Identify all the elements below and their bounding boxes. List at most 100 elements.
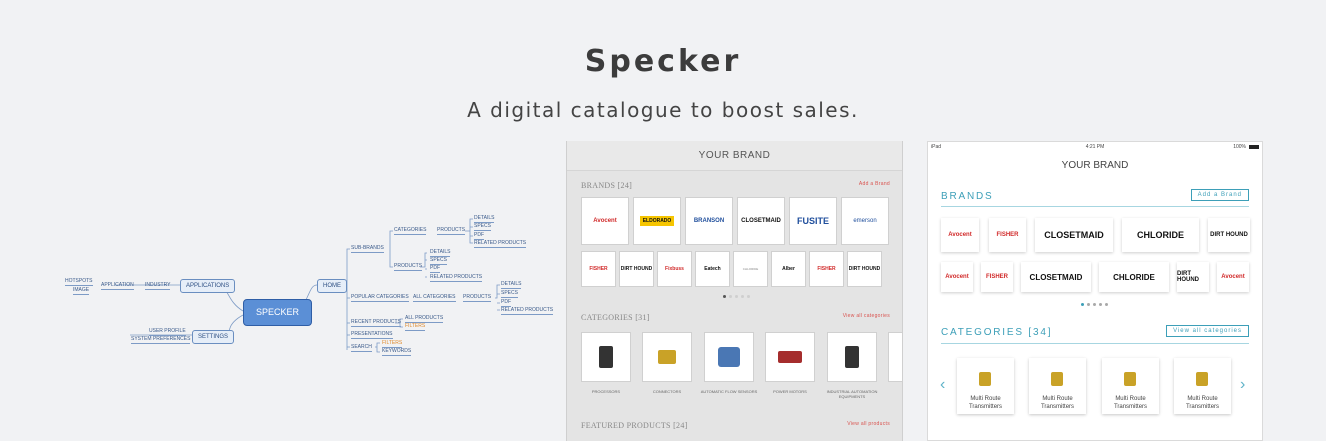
mm-all-products: ALL PRODUCTS (405, 315, 444, 323)
brand-logo[interactable]: FUSITE (789, 197, 837, 245)
connector-image (658, 350, 676, 364)
category-label: PROCESSORS (591, 389, 621, 394)
mm-image: IMAGE (73, 287, 90, 295)
brand-card[interactable]: Avocent (941, 262, 973, 292)
category-card-label: Multi Route Transmitters (968, 396, 1003, 410)
status-time: 4:21 PM (1085, 144, 1105, 150)
transmitter-image (1124, 372, 1136, 386)
mm-home: HOME (317, 279, 347, 293)
t2-add-brand-button[interactable]: Add a Brand (1190, 189, 1249, 201)
t2-brands-divider (941, 206, 1249, 207)
brand-logo[interactable]: CLOSETMAID (737, 197, 785, 245)
mm-related-1: RELATED PRODUCTS (474, 240, 527, 248)
mindmap-diagram: HOTSPOTS IMAGE APPLICATION INDUSTRY APPL… (55, 205, 565, 370)
brand-card[interactable]: Avocent (941, 218, 979, 252)
processor-image (599, 346, 613, 368)
t1-brands-section: BRANDS [24] Add a Brand (581, 181, 890, 190)
mm-system-preferences: SYSTEM PREFERENCES (131, 336, 191, 344)
brand-card[interactable]: CHLORIDE (1122, 218, 1199, 252)
hero-subtitle: A digital catalogue to boost sales. (467, 98, 859, 122)
mm-related-2: RELATED PRODUCTS (430, 274, 483, 282)
brand-logo[interactable]: DIRT HOUND (847, 251, 882, 287)
brand-logo[interactable]: CHLORIDE (733, 251, 768, 287)
mm-filters-2: FILTERS (382, 340, 403, 348)
mm-sub-brands: SUB-BRANDS (351, 245, 384, 253)
brand-card[interactable]: DIRT HOUND (1177, 262, 1209, 292)
chevron-left-icon[interactable]: ‹ (940, 376, 945, 394)
brand-card[interactable]: FISHER (981, 262, 1013, 292)
brand-card[interactable]: DIRT HOUND (1208, 218, 1250, 252)
chevron-right-icon[interactable]: › (1240, 376, 1245, 394)
status-battery: 100% (1233, 144, 1246, 150)
t1-brands-pagination[interactable] (723, 295, 750, 298)
mm-pdf-2: PDF (430, 265, 440, 273)
brand-logo[interactable]: Fixbuss (657, 251, 692, 287)
mm-details-3: DETAILS (501, 281, 522, 289)
category-tile[interactable] (765, 332, 815, 382)
t2-status-bar: iPad 4:21 PM 100% (928, 144, 1262, 152)
t2-categories-divider (941, 343, 1249, 344)
t2-categories-section: CATEGORIES [34] View all categories (941, 325, 1249, 338)
brand-card[interactable]: Avocent (1217, 262, 1249, 292)
brand-logo[interactable]: Avocent (581, 197, 629, 245)
mm-details-1: DETAILS (474, 215, 495, 223)
category-tile[interactable] (704, 332, 754, 382)
transmitter-image (979, 372, 991, 386)
category-card[interactable]: Multi Route Transmitters (1174, 358, 1231, 414)
t1-featured-label: FEATURED PRODUCTS [24] (581, 421, 688, 430)
category-card[interactable]: Multi Route Transmitters (957, 358, 1014, 414)
brand-card[interactable]: CLOSETMAID (1035, 218, 1113, 252)
category-tile-partial[interactable] (888, 332, 902, 382)
brand-card[interactable]: CLOSETMAID (1021, 262, 1091, 292)
flow-sensor-image (718, 347, 740, 367)
mm-user-profile: USER PROFILE (149, 328, 186, 336)
brand-logo[interactable]: Eatech (695, 251, 730, 287)
mm-keywords: KEYWORDS (382, 348, 412, 356)
mm-popular-categories: POPULAR CATEGORIES (351, 294, 409, 302)
category-label: INDUSTRIAL AUTOMATION EQUIPMENTS (826, 389, 878, 400)
mm-application: APPLICATION (101, 282, 134, 290)
t2-brands-pagination[interactable] (1081, 303, 1108, 306)
transmitter-image (1196, 372, 1208, 386)
mm-filters-1: FILTERS (405, 323, 426, 331)
brand-logo[interactable]: emerson (841, 197, 889, 245)
brand-card[interactable]: FISHER (989, 218, 1026, 252)
brand-logo[interactable]: Alber (771, 251, 806, 287)
mm-related-3: RELATED PRODUCTS (501, 307, 554, 315)
t1-brands-row-2: FISHER DIRT HOUND Fixbuss Eatech CHLORID… (581, 251, 882, 287)
t1-add-brand-link[interactable]: Add a Brand (859, 181, 890, 187)
category-card[interactable]: Multi Route Transmitters (1102, 358, 1159, 414)
mm-specs-2: SPECS (430, 257, 447, 265)
t1-view-all-categories-link[interactable]: View all categories (843, 313, 890, 319)
t1-brands-row-1: Avocent ELDORADO BRANSON CLOSETMAID FUSI… (581, 197, 889, 245)
mm-products-1: PRODUCTS (437, 227, 466, 235)
category-card[interactable]: Multi Route Transmitters (1029, 358, 1086, 414)
mm-pdf-1: PDF (474, 232, 484, 240)
category-tile[interactable] (581, 332, 631, 382)
brand-logo[interactable]: DIRT HOUND (619, 251, 654, 287)
category-card-label: Multi Route Transmitters (1185, 396, 1220, 410)
mm-details-2: DETAILS (430, 249, 451, 257)
t2-view-all-categories-button[interactable]: View all categories (1166, 325, 1249, 337)
category-label: POWER MOTORS (773, 389, 807, 394)
brand-logo[interactable]: BRANSON (685, 197, 733, 245)
mm-all-categories: ALL CATEGORIES (413, 294, 456, 302)
brand-logo[interactable]: FISHER (581, 251, 616, 287)
transmitter-image (1051, 372, 1063, 386)
tablet-screen-white: iPad 4:21 PM 100% YOUR BRAND BRANDS Add … (927, 141, 1263, 441)
t2-categories-label: CATEGORIES [34] (941, 327, 1053, 338)
mm-specs-3: SPECS (501, 290, 518, 298)
brand-logo[interactable]: FISHER (809, 251, 844, 287)
category-tile[interactable] (642, 332, 692, 382)
t1-view-all-products-link[interactable]: View all products (847, 421, 890, 427)
category-card-label: Multi Route Transmitters (1113, 396, 1148, 410)
mm-settings: SETTINGS (192, 330, 235, 344)
brand-card[interactable]: CHLORIDE (1099, 262, 1169, 292)
tablet-screen-grey: YOUR BRAND BRANDS [24] Add a Brand Avoce… (566, 141, 903, 441)
mm-presentations: PRESENTATIONS (351, 331, 393, 339)
automation-image (845, 346, 859, 368)
category-tile[interactable] (827, 332, 877, 382)
mm-applications: APPLICATIONS (180, 279, 236, 293)
category-label: CONNECTORS (652, 389, 682, 394)
brand-logo[interactable]: ELDORADO (633, 197, 681, 245)
